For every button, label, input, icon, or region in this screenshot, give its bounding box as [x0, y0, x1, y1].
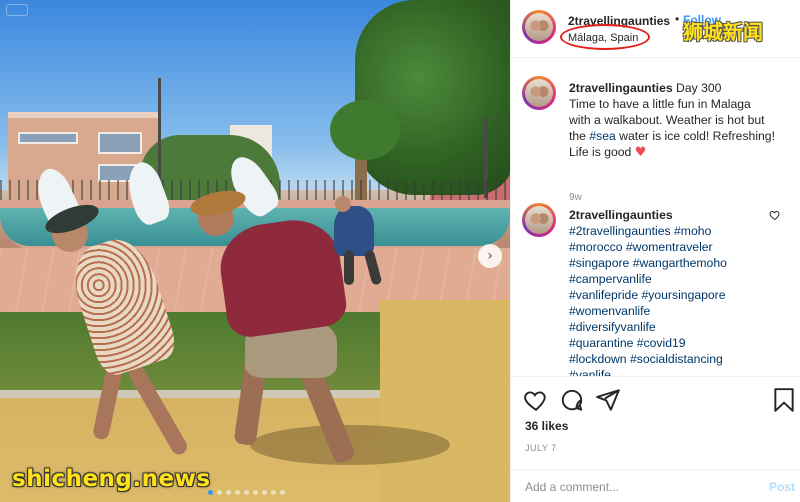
- carousel-dot: [226, 490, 231, 495]
- share-button[interactable]: [595, 387, 621, 413]
- photo-person-leg: [344, 250, 354, 285]
- comments-list[interactable]: 2travellingaunties Day 300 Time to have …: [511, 58, 800, 376]
- post-actions: 36 likes JULY 7 Post: [511, 376, 800, 501]
- speech-bubble-icon: [561, 389, 583, 411]
- comment-username-link[interactable]: 2travellingaunties: [569, 208, 673, 222]
- caption-line: with a walkabout. Weather is hot but: [569, 113, 765, 127]
- photo-person-head: [335, 196, 351, 212]
- photo-curb: [0, 390, 430, 398]
- hashtag-link[interactable]: #socialdistancing: [630, 352, 723, 366]
- hashtag-link[interactable]: #2travellingaunties: [569, 224, 671, 238]
- photo-palm: [330, 100, 400, 160]
- red-heart-emoji-icon: ♥: [634, 145, 647, 160]
- hashtag-link[interactable]: #vanlife: [569, 368, 611, 376]
- photo-person-background: [334, 206, 374, 256]
- carousel-next-button[interactable]: ›: [478, 244, 502, 268]
- post-comment-button[interactable]: Post: [769, 480, 795, 494]
- bookmark-icon: [774, 388, 794, 412]
- hashtag-link[interactable]: #morocco: [569, 240, 623, 254]
- watermark-brand: 狮城新闻: [683, 20, 763, 44]
- avatar[interactable]: [522, 203, 556, 237]
- comment-like-button[interactable]: [769, 209, 781, 224]
- post-date: JULY 7: [525, 443, 557, 453]
- carousel-dot: [235, 490, 240, 495]
- carousel-dot: [244, 490, 249, 495]
- post-side-panel: 2travellingaunties • Follow Málaga, Spai…: [510, 0, 800, 502]
- post-photo[interactable]: › shicheng.news: [0, 0, 510, 502]
- comment-button[interactable]: [559, 387, 585, 413]
- hashtag-link[interactable]: #wangarthemoho: [633, 256, 727, 270]
- photo-sand: [380, 300, 510, 502]
- caption-line-suffix: water is ice cold! Refreshing!: [615, 129, 775, 143]
- carousel-dot: [271, 490, 276, 495]
- hashtag-link[interactable]: #yoursingapore: [642, 288, 726, 302]
- hashtag-comment: 2travellingaunties #2travellingaunties #…: [511, 203, 800, 376]
- watermark-logo-icon: [6, 4, 28, 16]
- avatar[interactable]: [522, 10, 556, 44]
- hashtag-link[interactable]: #moho: [674, 224, 711, 238]
- chevron-right-icon: ›: [487, 248, 493, 264]
- post-header: 2travellingaunties • Follow Málaga, Spai…: [511, 0, 800, 58]
- hashtag-link[interactable]: #covid19: [637, 336, 686, 350]
- avatar[interactable]: [522, 76, 556, 110]
- caption-lead: Day 300: [676, 81, 722, 95]
- like-button[interactable]: [523, 387, 549, 413]
- header-separator: •: [675, 12, 680, 26]
- carousel-dot: [253, 490, 258, 495]
- hashtag-link[interactable]: #lockdown: [569, 352, 627, 366]
- watermark-site: shicheng.news: [12, 466, 211, 492]
- caption-line-prefix: the: [569, 129, 590, 143]
- heart-outline-icon: [524, 391, 546, 411]
- hashtag-link[interactable]: #campervanlife: [569, 272, 652, 286]
- hashtag-link[interactable]: #sea: [589, 129, 615, 143]
- hashtag-link[interactable]: #womenvanlife: [569, 304, 650, 318]
- comment-username-link[interactable]: 2travellingaunties: [569, 81, 673, 95]
- hashtag-link[interactable]: #singapore: [569, 256, 629, 270]
- hashtag-link[interactable]: #diversifyvanlife: [569, 320, 656, 334]
- paper-plane-icon: [596, 389, 620, 411]
- caption-comment: 2travellingaunties Day 300 Time to have …: [511, 76, 800, 203]
- add-comment-input[interactable]: [525, 476, 745, 498]
- comment-age[interactable]: 9w: [569, 192, 582, 203]
- carousel-dots: [208, 490, 285, 495]
- small-heart-icon: [769, 210, 780, 221]
- likes-count[interactable]: 36 likes: [525, 419, 568, 433]
- carousel-dot: [262, 490, 267, 495]
- photo-grass: [0, 312, 420, 392]
- comment-composer: Post: [511, 469, 800, 502]
- post-username-link[interactable]: 2travellingaunties: [568, 14, 670, 28]
- location-link[interactable]: Málaga, Spain: [568, 32, 638, 44]
- caption-line: Life is good: [569, 145, 632, 159]
- hashtag-link[interactable]: #quarantine: [569, 336, 633, 350]
- hashtag-link[interactable]: #vanlifepride: [569, 288, 638, 302]
- hashtag-text: 2travellingaunties #2travellingaunties #…: [569, 207, 781, 376]
- hashtag-link[interactable]: #womentraveler: [626, 240, 713, 254]
- caption-text: 2travellingaunties Day 300 Time to have …: [569, 80, 781, 161]
- carousel-dot: [217, 490, 222, 495]
- save-button[interactable]: [771, 387, 797, 413]
- caption-line: Time to have a little fun in Malaga: [569, 97, 751, 111]
- carousel-dot: [280, 490, 285, 495]
